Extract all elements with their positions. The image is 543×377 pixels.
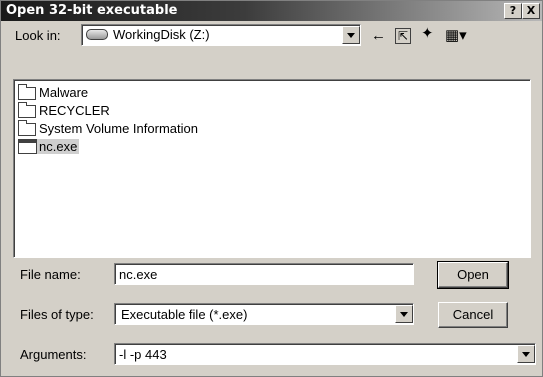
file-name-field[interactable]: nc.exe <box>114 263 414 285</box>
files-of-type-combo[interactable]: Executable file (*.exe) <box>114 303 414 325</box>
chevron-down-icon <box>400 312 408 317</box>
open-button[interactable]: Open <box>437 261 509 289</box>
open-executable-dialog: Open 32-bit executable ? X Look in: Work… <box>0 0 543 377</box>
look-in-label: Look in: <box>15 28 61 43</box>
folder-icon <box>18 102 36 118</box>
title-bar[interactable]: Open 32-bit executable ? X <box>1 1 542 21</box>
arguments-label: Arguments: <box>20 347 87 362</box>
up-folder-icon[interactable]: ⇱ <box>395 28 411 44</box>
file-item-label: nc.exe <box>37 139 80 154</box>
chevron-down-icon <box>347 33 355 38</box>
folder-icon <box>18 120 36 136</box>
chevron-down-icon <box>522 352 530 357</box>
arguments-dropdown-button[interactable] <box>517 345 535 363</box>
new-folder-icon[interactable]: ✦ <box>421 26 434 42</box>
arguments-combo[interactable]: -l -p 443 <box>114 343 536 365</box>
help-button[interactable]: ? <box>504 3 522 19</box>
files-of-type-dropdown-button[interactable] <box>395 305 413 323</box>
file-name-value: nc.exe <box>119 267 158 282</box>
file-item-label: Malware <box>39 85 89 100</box>
back-icon[interactable]: ← <box>371 28 386 44</box>
arguments-value: -l -p 443 <box>119 347 167 362</box>
dialog-title: Open 32-bit executable <box>6 3 178 18</box>
files-of-type-value: Executable file (*.exe) <box>121 307 248 322</box>
view-menu-icon[interactable]: ▦▾ <box>445 28 467 44</box>
folder-icon <box>18 84 36 100</box>
look-in-combo[interactable]: WorkingDisk (Z:) <box>81 24 361 46</box>
file-item-label: System Volume Information <box>39 121 198 136</box>
look-in-value: WorkingDisk (Z:) <box>113 27 210 42</box>
files-of-type-label: Files of type: <box>20 307 94 322</box>
executable-icon <box>18 139 37 154</box>
file-name-label: File name: <box>20 267 81 282</box>
look-in-dropdown-button[interactable] <box>342 26 360 44</box>
drive-icon <box>86 29 108 40</box>
cancel-button[interactable]: Cancel <box>438 302 508 328</box>
file-list[interactable]: Malware RECYCLER System Volume Informati… <box>13 79 531 258</box>
close-button[interactable]: X <box>522 3 540 19</box>
file-item-label: RECYCLER <box>39 103 110 118</box>
